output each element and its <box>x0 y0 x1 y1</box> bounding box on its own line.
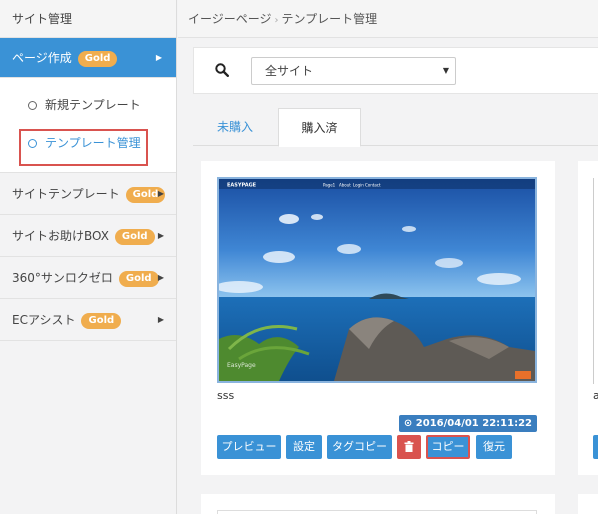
clock-icon: ⊙ <box>403 418 413 429</box>
timestamp-badge: ⊙ 2016/04/01 22:11:22 <box>398 415 537 432</box>
sidebar-item-label: ページ作成 <box>12 51 72 65</box>
search-panel: 全サイト ▼ <box>193 47 598 94</box>
thumbnail-site-name: EASYPAGE <box>227 183 257 189</box>
tab-purchased[interactable]: 購入済 <box>278 108 361 147</box>
thumbnail-nav-item: About <box>339 183 351 188</box>
sidebar-item-label: サイトテンプレート <box>12 187 120 201</box>
breadcrumb: イージーページ › テンプレート管理 <box>178 0 598 38</box>
thumbnail-scroll-top-icon <box>515 371 531 379</box>
breadcrumb-current: テンプレート管理 <box>281 12 378 26</box>
sidebar-item-360[interactable]: 360°サンロクゼロ Gold ▶ <box>0 257 176 299</box>
thumbnail-image: EASYPAGE Page1 About Login Contact EasyP… <box>219 179 535 381</box>
gold-badge: Gold <box>77 50 118 67</box>
breadcrumb-root[interactable]: イージーページ <box>188 12 272 26</box>
search-icon[interactable] <box>215 63 229 77</box>
delete-button[interactable] <box>397 435 421 459</box>
gold-badge: Gold <box>114 228 155 245</box>
tag-copy-button[interactable]: タグコピー <box>327 435 392 459</box>
template-card: EASYPAGE Page1 About Login Contact EasyP… <box>201 161 555 475</box>
template-thumbnail-partial[interactable] <box>217 510 537 514</box>
site-select[interactable]: 全サイト ▼ <box>251 57 456 85</box>
template-thumbnail-partial[interactable] <box>593 178 597 384</box>
gold-badge: Gold <box>118 270 159 287</box>
template-card-bottom-right-partial <box>578 494 598 514</box>
breadcrumb-separator: › <box>274 15 279 26</box>
thumbnail-watermark: EasyPage <box>227 362 256 369</box>
template-card-bottom-partial <box>201 494 555 514</box>
chevron-right-icon: ▶ <box>157 273 164 282</box>
settings-button[interactable]: 設定 <box>286 435 322 459</box>
sidebar-item-ec-assist[interactable]: ECアシスト Gold ▶ <box>0 299 176 341</box>
template-title-partial: a <box>593 389 598 402</box>
sidebar-header: サイト管理 <box>0 0 176 38</box>
template-card-partial: a <box>578 161 598 475</box>
submenu-item-new-template[interactable]: 新規テンプレート <box>0 86 176 124</box>
trash-icon <box>404 441 414 452</box>
submenu-item-label: 新規テンプレート <box>45 98 141 112</box>
thumbnail-nav-item: Contact <box>365 183 381 188</box>
sidebar-item-site-template[interactable]: サイトテンプレート Gold ▶ <box>0 173 176 215</box>
annotation-highlight-box <box>19 129 148 166</box>
sidebar-item-help-box[interactable]: サイトお助けBOX Gold ▶ <box>0 215 176 257</box>
preview-button[interactable]: プレビュー <box>217 435 281 459</box>
sidebar-item-label: ECアシスト <box>12 313 76 327</box>
gold-badge: Gold <box>81 312 122 329</box>
chevron-right-icon: ▶ <box>157 315 164 324</box>
preview-button-partial[interactable] <box>593 435 598 459</box>
site-select-value: 全サイト <box>265 64 314 78</box>
thumbnail-nav-item: Page1 <box>323 183 336 188</box>
restore-button[interactable]: 復元 <box>476 435 512 459</box>
tab-bar: 未購入 購入済 <box>193 108 598 147</box>
template-thumbnail[interactable]: EASYPAGE Page1 About Login Contact EasyP… <box>217 177 537 383</box>
chevron-right-icon: ▶ <box>157 231 164 240</box>
sidebar: サイト管理 ページ作成 Gold ▶ 新規テンプレート テンプレート管理 サイトテ… <box>0 0 177 514</box>
thumbnail-nav-item: Login <box>353 183 364 188</box>
chevron-right-icon: ▶ <box>157 189 164 198</box>
circle-icon <box>28 101 37 110</box>
copy-button[interactable]: コピー <box>426 435 470 459</box>
sidebar-item-label: 360°サンロクゼロ <box>12 271 113 285</box>
caret-down-icon: ▼ <box>442 66 449 75</box>
sidebar-item-label: サイトお助けBOX <box>12 229 109 243</box>
template-title: sss <box>217 389 235 402</box>
tab-unpurchased[interactable]: 未購入 <box>203 108 267 146</box>
chevron-right-icon: ▶ <box>155 53 162 62</box>
sidebar-item-page-create[interactable]: ページ作成 Gold ▶ <box>0 38 176 78</box>
